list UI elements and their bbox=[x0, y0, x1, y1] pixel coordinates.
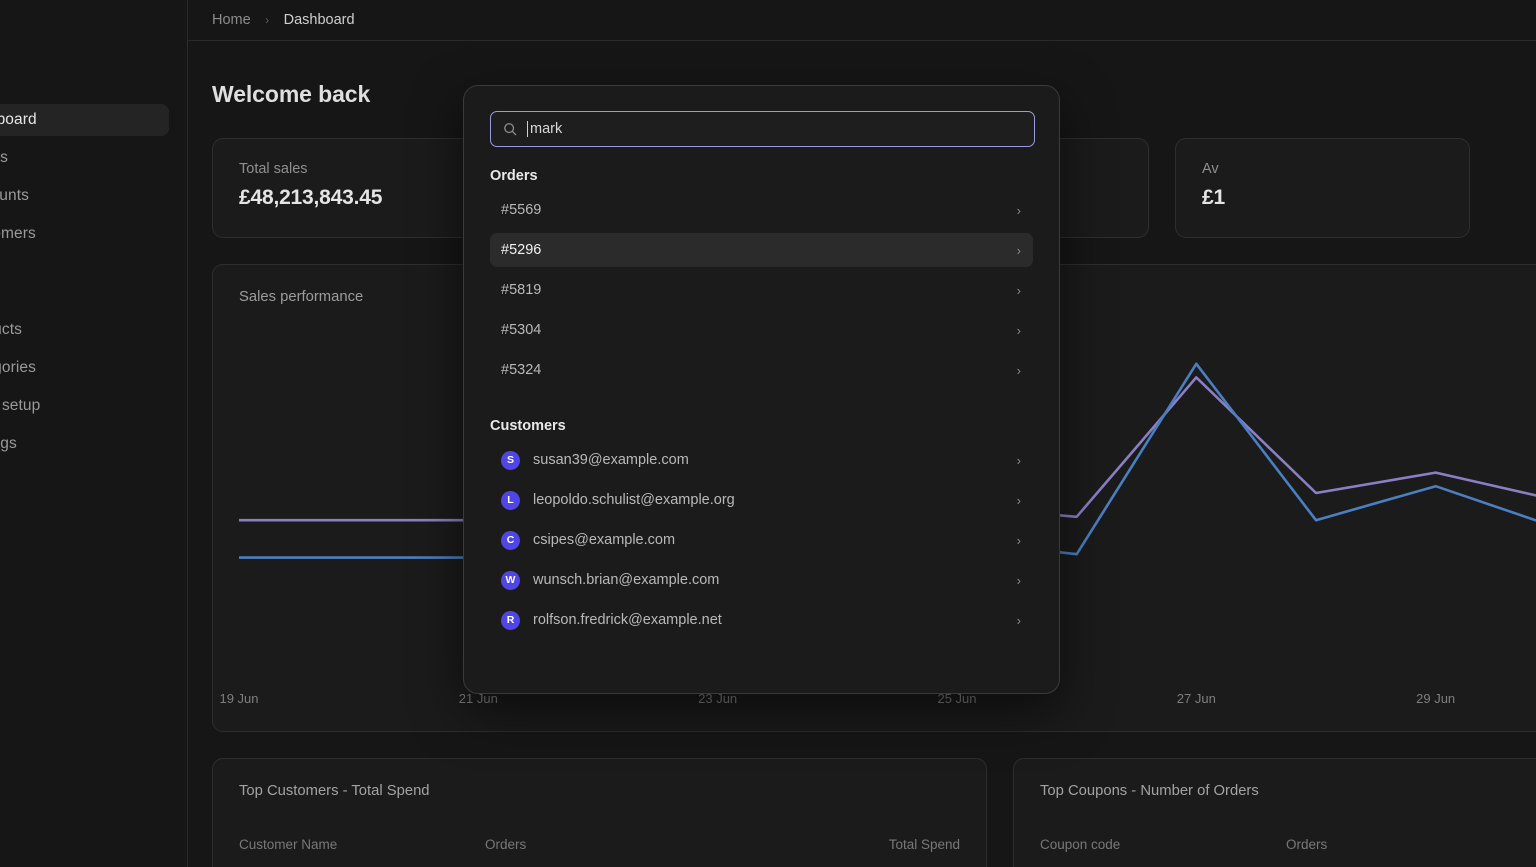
customer-email: wunsch.brian@example.com bbox=[533, 572, 1017, 588]
search-result-customer[interactable]: C csipes@example.com › bbox=[490, 523, 1033, 557]
table-card-row: Top Customers - Total Spend Customer Nam… bbox=[212, 758, 1536, 867]
search-result-customer[interactable]: W wunsch.brian@example.com › bbox=[490, 563, 1033, 597]
section-heading-orders: Orders bbox=[490, 168, 1033, 184]
column-header-coupon-code: Coupon code bbox=[1040, 837, 1286, 852]
stat-card-average-order: Av £1 bbox=[1175, 138, 1470, 238]
dashboard-app: Dashboard Orders Discounts Customers Pro… bbox=[0, 0, 1536, 867]
sidebar-item-settings[interactable]: Settings bbox=[0, 428, 169, 460]
avatar: L bbox=[501, 491, 520, 510]
chevron-right-icon: › bbox=[1017, 574, 1021, 587]
search-input[interactable]: mark bbox=[530, 121, 562, 137]
section-heading-customers: Customers bbox=[490, 418, 1033, 434]
global-search-modal: mark Orders #5569 › #5296 › #5819 › #530… bbox=[463, 85, 1060, 694]
chevron-right-icon: › bbox=[1017, 244, 1021, 257]
sidebar-item-customers[interactable]: Customers bbox=[0, 218, 169, 250]
chevron-right-icon: › bbox=[1017, 454, 1021, 467]
chevron-right-icon: › bbox=[1017, 364, 1021, 377]
sidebar-item-products[interactable]: Products bbox=[0, 314, 169, 346]
x-axis-tick-label: 29 Jun bbox=[1416, 691, 1455, 706]
sidebar-group-catalog: Products Categories Store setup Settings bbox=[0, 314, 187, 466]
sidebar: Dashboard Orders Discounts Customers Pro… bbox=[0, 0, 188, 867]
order-number: #5296 bbox=[501, 242, 1017, 258]
chevron-right-icon: › bbox=[1017, 324, 1021, 337]
stat-value: £1 bbox=[1202, 186, 1443, 210]
top-customers-card: Top Customers - Total Spend Customer Nam… bbox=[212, 758, 987, 867]
top-coupons-card: Top Coupons - Number of Orders Coupon co… bbox=[1013, 758, 1536, 867]
avatar: R bbox=[501, 611, 520, 630]
chevron-right-icon: › bbox=[265, 14, 269, 26]
search-icon bbox=[503, 122, 517, 136]
chevron-right-icon: › bbox=[1017, 204, 1021, 217]
stat-label: Total sales bbox=[239, 161, 480, 177]
avatar: S bbox=[501, 451, 520, 470]
avatar: W bbox=[501, 571, 520, 590]
sidebar-item-orders[interactable]: Orders bbox=[0, 142, 169, 174]
order-number: #5819 bbox=[501, 282, 1017, 298]
chevron-right-icon: › bbox=[1017, 284, 1021, 297]
x-axis-tick-label: 19 Jun bbox=[219, 691, 258, 706]
search-input-wrapper[interactable]: mark bbox=[490, 111, 1035, 147]
search-result-customer[interactable]: R rolfson.fredrick@example.net › bbox=[490, 603, 1033, 637]
stat-label: Av bbox=[1202, 161, 1443, 177]
column-header-customer-name: Customer Name bbox=[239, 837, 485, 852]
order-number: #5569 bbox=[501, 202, 1017, 218]
column-header-orders: Orders bbox=[1286, 837, 1536, 852]
breadcrumb-current: Dashboard bbox=[284, 12, 355, 28]
search-result-order[interactable]: #5296 › bbox=[490, 233, 1033, 267]
table-title: Top Coupons - Number of Orders bbox=[1040, 783, 1536, 799]
sidebar-item-discounts[interactable]: Discounts bbox=[0, 180, 169, 212]
table-title: Top Customers - Total Spend bbox=[239, 783, 960, 799]
avatar: C bbox=[501, 531, 520, 550]
breadcrumb-home[interactable]: Home bbox=[212, 12, 251, 28]
sidebar-item-dashboard[interactable]: Dashboard bbox=[0, 104, 169, 136]
sidebar-group-primary: Dashboard Orders Discounts Customers bbox=[0, 104, 187, 256]
order-number: #5304 bbox=[501, 322, 1017, 338]
chevron-right-icon: › bbox=[1017, 494, 1021, 507]
search-result-order[interactable]: #5569 › bbox=[490, 193, 1033, 227]
x-axis-tick-label: 27 Jun bbox=[1177, 691, 1216, 706]
table-header-row: Coupon code Orders bbox=[1040, 837, 1536, 852]
chevron-right-icon: › bbox=[1017, 534, 1021, 547]
search-result-order[interactable]: #5324 › bbox=[490, 353, 1033, 387]
search-result-customer[interactable]: S susan39@example.com › bbox=[490, 443, 1033, 477]
search-result-customer[interactable]: L leopoldo.schulist@example.org › bbox=[490, 483, 1033, 517]
search-result-order[interactable]: #5819 › bbox=[490, 273, 1033, 307]
customer-email: susan39@example.com bbox=[533, 452, 1017, 468]
customer-email: csipes@example.com bbox=[533, 532, 1017, 548]
sidebar-item-store-setup[interactable]: Store setup bbox=[0, 390, 169, 422]
sidebar-item-categories[interactable]: Categories bbox=[0, 352, 169, 384]
table-header-row: Customer Name Orders Total Spend bbox=[239, 837, 960, 852]
column-header-orders: Orders bbox=[485, 837, 889, 852]
customer-email: leopoldo.schulist@example.org bbox=[533, 492, 1017, 508]
order-number: #5324 bbox=[501, 362, 1017, 378]
search-result-order[interactable]: #5304 › bbox=[490, 313, 1033, 347]
customer-email: rolfson.fredrick@example.net bbox=[533, 612, 1017, 628]
chevron-right-icon: › bbox=[1017, 614, 1021, 627]
breadcrumb: Home › Dashboard bbox=[212, 11, 355, 29]
text-cursor bbox=[527, 121, 528, 137]
stat-value: £48,213,843.45 bbox=[239, 186, 480, 210]
topbar: Home › Dashboard bbox=[188, 0, 1536, 41]
column-header-total-spend: Total Spend bbox=[889, 837, 960, 852]
